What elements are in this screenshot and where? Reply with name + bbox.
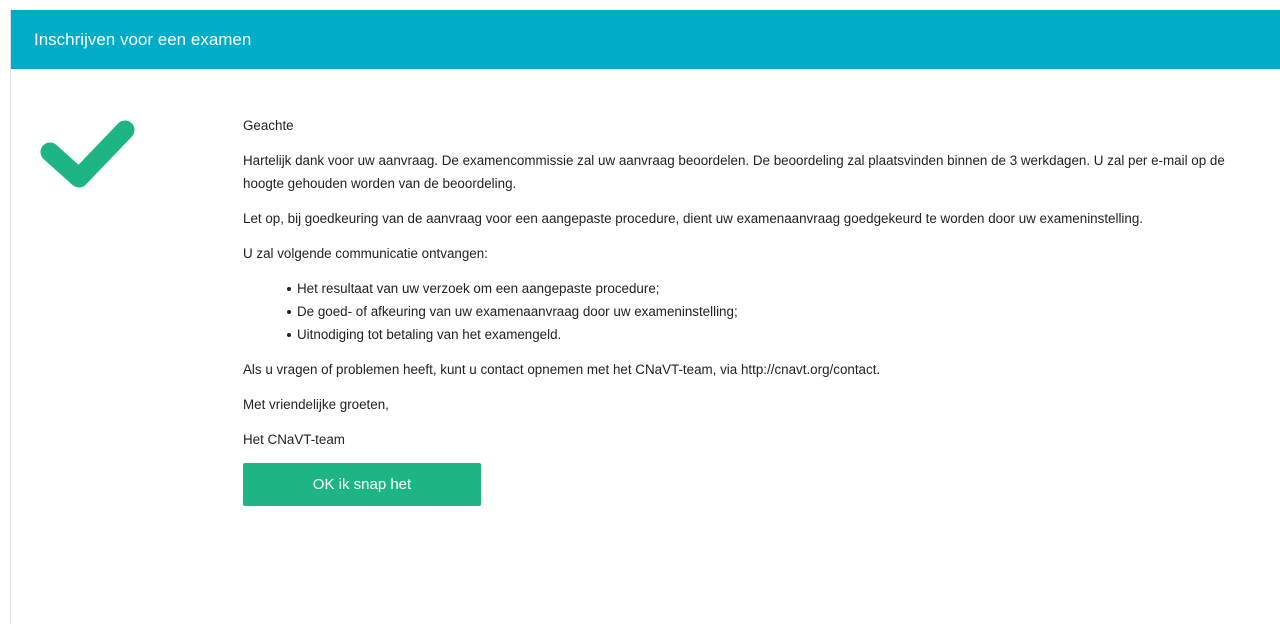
list-item-text: Uitnodiging tot betaling van het exameng… <box>297 327 562 342</box>
checkmark-icon <box>40 120 135 188</box>
salutation: Geachte <box>243 118 294 133</box>
list-item: De goed- of afkeuring van uw examenaanvr… <box>287 300 1253 323</box>
communication-list: Het resultaat van uw verzoek om een aang… <box>243 277 1253 346</box>
list-item: Uitnodiging tot betaling van het exameng… <box>287 323 1253 346</box>
panel-title: Inschrijven voor een examen <box>34 30 252 49</box>
bullet-icon <box>287 310 291 314</box>
panel-header: Inschrijven voor een examen <box>11 10 1280 69</box>
message-body: Geachte Hartelijk dank voor uw aanvraag.… <box>243 114 1253 506</box>
approval-note-paragraph: Let op, bij goedkeuring van de aanvraag … <box>243 211 1144 226</box>
bullet-icon <box>287 287 291 291</box>
bullet-icon <box>287 333 291 337</box>
contact-paragraph: Als u vragen of problemen heeft, kunt u … <box>243 362 881 377</box>
closing-text: Met vriendelijke groeten, <box>243 397 389 412</box>
list-item-text: De goed- of afkeuring van uw examenaanvr… <box>297 304 738 319</box>
ok-button[interactable]: OK ik snap het <box>243 463 481 506</box>
signature-text: Het CNaVT-team <box>243 432 345 447</box>
list-item-text: Het resultaat van uw verzoek om een aang… <box>297 281 660 296</box>
confirmation-panel: Inschrijven voor een examen Geachte Hart… <box>10 10 1280 624</box>
communication-intro: U zal volgende communicatie ontvangen: <box>243 246 488 261</box>
thank-you-paragraph: Hartelijk dank voor uw aanvraag. De exam… <box>243 153 1225 191</box>
list-item: Het resultaat van uw verzoek om een aang… <box>287 277 1253 300</box>
